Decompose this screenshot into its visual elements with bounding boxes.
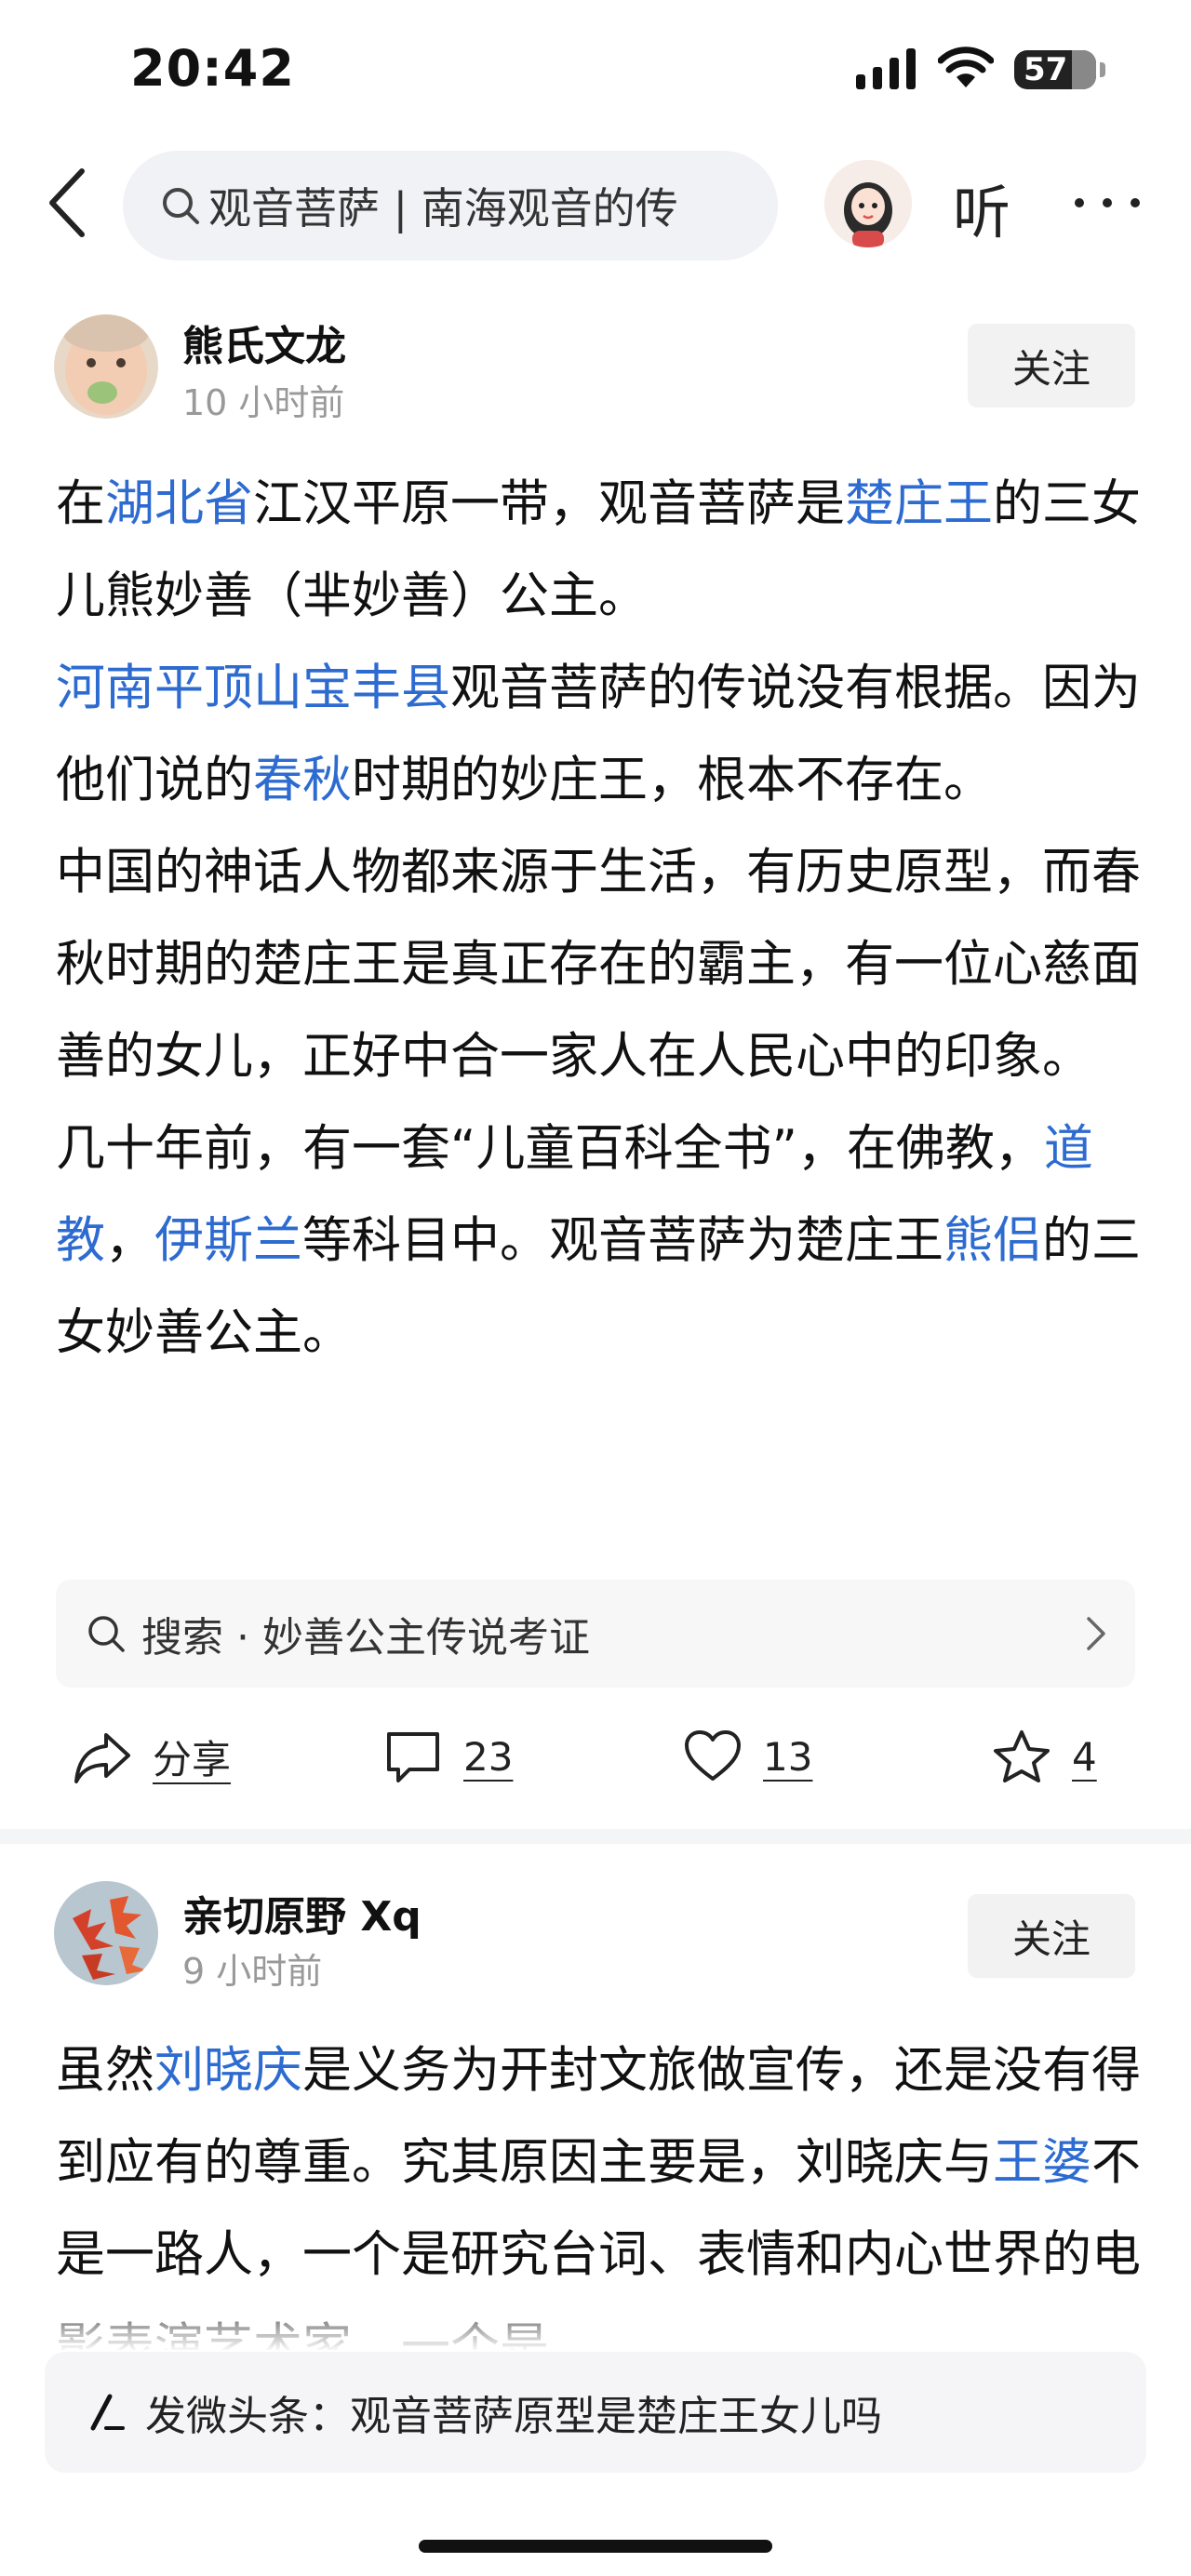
compose-bar[interactable]: 发微头条：观音菩萨原型是楚庄王女儿吗	[45, 2352, 1146, 2473]
post-time: 9 小时前	[182, 1951, 323, 1992]
share-button[interactable]: 分享	[73, 1728, 231, 1785]
author-name[interactable]: 亲切原野 Xq	[182, 1883, 422, 1942]
follow-button[interactable]: 关注	[968, 1894, 1135, 1978]
post-text: 等科目中。观音菩萨为楚庄王	[302, 1212, 943, 1269]
post-text: 虽然	[56, 2042, 154, 2099]
pen-icon	[90, 2394, 125, 2431]
favorite-count: 4	[1072, 1733, 1097, 1780]
chevron-right-icon	[1087, 1617, 1105, 1650]
post-content: 在湖北省江汉平原一带，观音菩萨是楚庄王的三女儿熊妙善（芈妙善）公主。 河南平顶山宝…	[56, 458, 1144, 1379]
comment-count: 23	[463, 1733, 514, 1780]
topic-link[interactable]: 楚庄王	[845, 475, 993, 532]
post-paragraph: 几十年前，有一套“儿童百科全书”，在佛教，道教，伊斯兰等科目中。观音菩萨为楚庄王…	[56, 1102, 1144, 1379]
search-query-text: 观音菩萨 | 南海观音的传	[208, 183, 678, 234]
favorite-button[interactable]: 4	[992, 1728, 1097, 1784]
listen-button[interactable]: 听	[953, 166, 1010, 249]
post-actions: 分享 23 13 4	[0, 1712, 1191, 1805]
topic-link[interactable]: 王婆	[993, 2134, 1091, 2191]
back-arrow-icon[interactable]	[45, 166, 91, 240]
topic-link[interactable]: 河南平顶山宝丰县	[56, 660, 450, 716]
topic-link[interactable]: 伊斯兰	[154, 1212, 302, 1269]
status-time: 20:42	[130, 39, 295, 98]
follow-button[interactable]: 关注	[968, 324, 1135, 407]
like-count: 13	[763, 1733, 813, 1780]
author-name[interactable]: 熊氏文龙	[182, 313, 346, 372]
compose-label: 发微头条：观音菩萨原型是楚庄王女儿吗	[145, 2393, 882, 2440]
home-indicator[interactable]	[419, 2540, 772, 2553]
post-time: 10 小时前	[182, 382, 345, 423]
post-paragraph: 中国的神话人物都来源于生活，有历史原型，而春秋时期的楚庄王是真正存在的霸主，有一…	[56, 826, 1144, 1102]
star-icon	[994, 1730, 1050, 1782]
post-text: 中国的神话人物都来源于生活，有历史原型，而春秋时期的楚庄王是真正存在的霸主，有一…	[56, 844, 1141, 1085]
topic-link[interactable]: 刘晓庆	[154, 2042, 302, 2099]
like-button[interactable]: 13	[683, 1728, 812, 1784]
user-avatar[interactable]	[824, 160, 912, 247]
topic-link[interactable]: 春秋	[253, 752, 352, 808]
battery-level: 57	[1024, 51, 1068, 88]
share-label: 分享	[153, 1737, 232, 1782]
status-bar: 20:42 57	[0, 0, 1191, 140]
search-suggestion[interactable]: 搜索 · 妙善公主传说考证	[56, 1580, 1135, 1688]
section-divider	[0, 1829, 1191, 1844]
post-paragraph: 河南平顶山宝丰县观音菩萨的传说没有根据。因为他们说的春秋时期的妙庄王，根本不存在…	[56, 642, 1144, 826]
search-icon	[88, 1616, 125, 1652]
post-text: 时期的妙庄王，根本不存在。	[352, 752, 993, 808]
avatar-girl-icon	[824, 160, 912, 247]
comment-button[interactable]: 23	[383, 1728, 513, 1784]
search-bar[interactable]: 观音菩萨 | 南海观音的传	[123, 151, 778, 260]
author-avatar[interactable]	[54, 1881, 158, 1985]
maple-leaf-photo-icon	[54, 1881, 158, 1985]
post-text: 在	[56, 475, 105, 532]
top-nav: 观音菩萨 | 南海观音的传 听	[0, 140, 1191, 270]
topic-link[interactable]: 熊侣	[943, 1212, 1042, 1269]
baby-photo-icon	[54, 314, 158, 419]
post-text: 几十年前，有一套“儿童百科全书”，在佛教，	[56, 1120, 1044, 1177]
cellular-signal-icon	[856, 48, 916, 89]
content-fade	[0, 2289, 1191, 2352]
post-text: ，	[105, 1212, 154, 1269]
heart-icon	[685, 1730, 741, 1781]
more-icon[interactable]	[1072, 194, 1143, 212]
comment-icon	[387, 1732, 439, 1782]
share-icon	[74, 1732, 130, 1783]
search-suggestion-label: 搜索 · 妙善公主传说考证	[141, 1614, 590, 1662]
topic-link[interactable]: 湖北省	[105, 475, 253, 532]
battery-indicator: 57	[1014, 50, 1105, 89]
post-paragraph: 在湖北省江汉平原一带，观音菩萨是楚庄王的三女儿熊妙善（芈妙善）公主。	[56, 458, 1144, 642]
wifi-icon	[938, 47, 994, 87]
post-text: 江汉平原一带，观音菩萨是	[253, 475, 845, 532]
search-icon	[163, 188, 199, 224]
author-avatar[interactable]	[54, 314, 158, 419]
